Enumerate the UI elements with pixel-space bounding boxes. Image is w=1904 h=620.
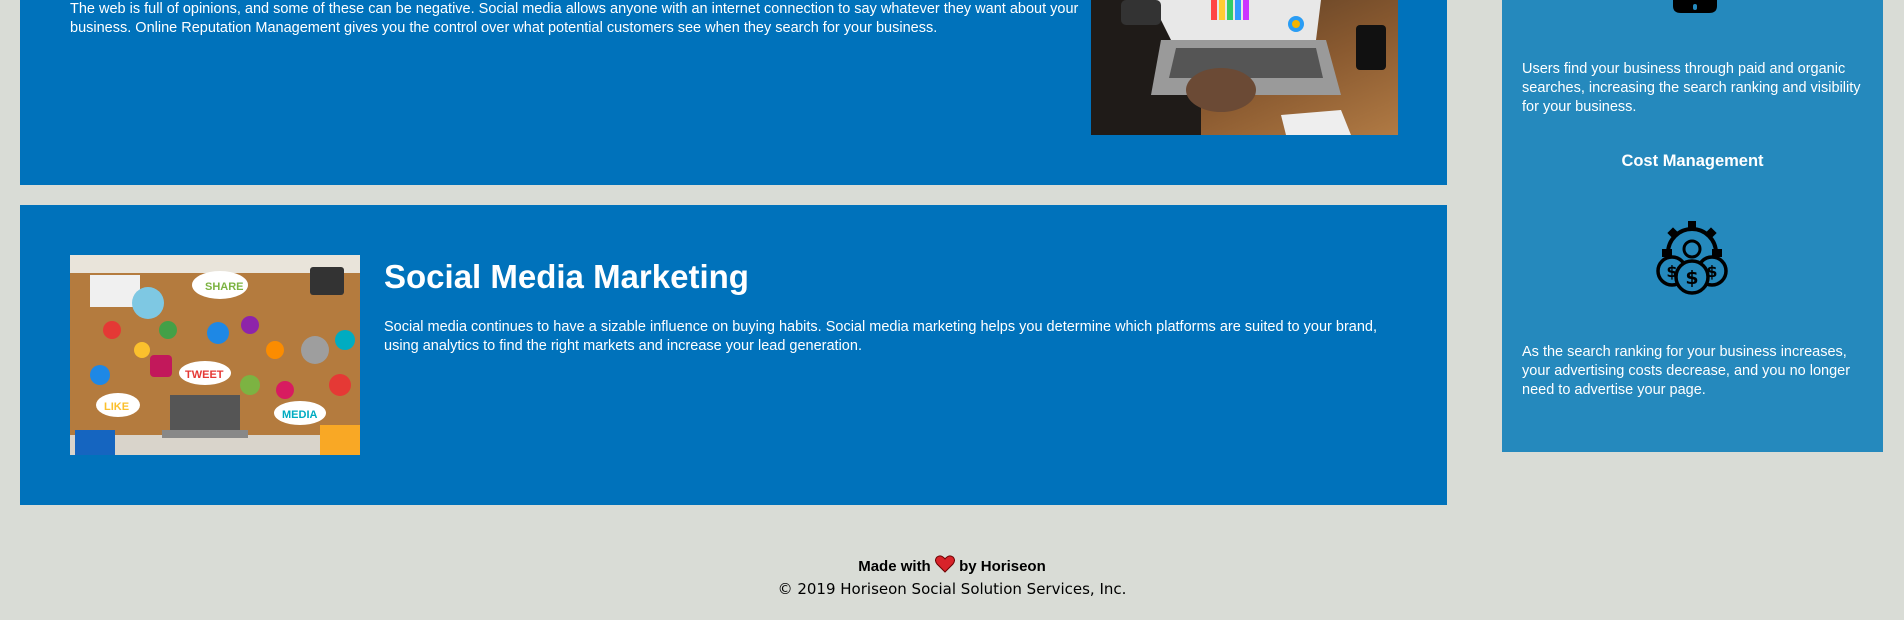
- svg-text:$: $: [1685, 267, 1698, 289]
- benefits-sidebar: Users find your business through paid an…: [1502, 0, 1883, 452]
- made-with-suffix: by Horiseon: [959, 557, 1046, 575]
- copyright: © 2019 Horiseon Social Solution Services…: [777, 580, 1127, 598]
- tweet-sticker: TWEET: [185, 369, 224, 381]
- heart-icon: [934, 555, 955, 579]
- reputation-image: [1091, 0, 1398, 135]
- svg-text:$: $: [1706, 262, 1717, 281]
- search-engine-icon: [1671, 0, 1719, 14]
- social-media-title: Social Media Marketing: [384, 258, 749, 295]
- social-media-marketing-card: SHARE TWEET LIKE MEDIA Social Media Mark…: [20, 205, 1447, 505]
- made-with-prefix: Made with: [858, 557, 931, 575]
- social-media-image: SHARE TWEET LIKE MEDIA: [70, 255, 360, 455]
- search-engine-description: Users find your business through paid an…: [1522, 61, 1861, 115]
- reputation-description: The web is full of opinions, and some of…: [70, 1, 1079, 36]
- cost-management-heading: Cost Management: [1621, 152, 1764, 170]
- made-with-line: Made with by Horiseon: [0, 555, 1904, 579]
- cost-management-description: As the search ranking for your business …: [1522, 344, 1851, 398]
- cost-management-icon: $ $ $: [1652, 219, 1732, 295]
- like-sticker: LIKE: [104, 401, 129, 413]
- reputation-management-card: The web is full of opinions, and some of…: [20, 0, 1447, 185]
- page-footer: Made with by Horiseon © 2019 Horiseon So…: [0, 555, 1904, 599]
- svg-text:$: $: [1666, 262, 1677, 281]
- share-sticker: SHARE: [205, 281, 244, 293]
- social-media-description: Social media continues to have a sizable…: [384, 319, 1378, 354]
- media-sticker: MEDIA: [282, 409, 318, 421]
